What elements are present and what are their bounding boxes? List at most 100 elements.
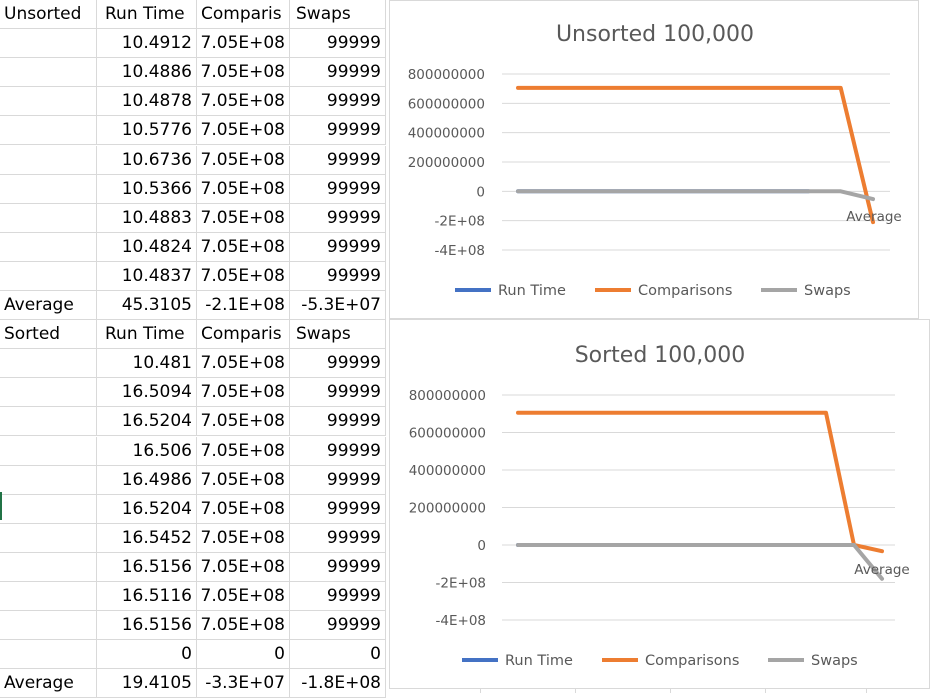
cell-r12-run-time[interactable]: 10.481: [97, 349, 197, 379]
cell-r11-comparisons[interactable]: Comparis: [197, 320, 290, 350]
cell-r20-label[interactable]: [0, 582, 97, 611]
cell-r2-run-time[interactable]: 10.4886: [97, 58, 197, 88]
cell-r8-comparisons[interactable]: 7.05E+08: [197, 232, 290, 262]
cell-r18-run-time[interactable]: 16.5452: [97, 523, 197, 553]
cell-r4-comparisons[interactable]: 7.05E+08: [197, 116, 290, 146]
cell-r16-run-time[interactable]: 16.4986: [97, 465, 197, 495]
cell-r17-swaps[interactable]: 99999: [290, 494, 386, 524]
cell-r21-comparisons[interactable]: 7.05E+08: [197, 611, 290, 641]
cell-r7-comparisons[interactable]: 7.05E+08: [197, 203, 290, 233]
cell-r23-comparisons[interactable]: -3.3E+07: [197, 669, 290, 698]
cell-r18-comparisons[interactable]: 7.05E+08: [197, 523, 290, 553]
cell-r20-swaps[interactable]: 99999: [290, 582, 386, 611]
cell-r13-comparisons[interactable]: 7.05E+08: [197, 378, 290, 408]
cell-r6-comparisons[interactable]: 7.05E+08: [197, 174, 290, 204]
cell-r18-label[interactable]: [0, 523, 97, 553]
cell-r13-run-time[interactable]: 16.5094: [97, 378, 197, 408]
cell-r22-label[interactable]: [0, 640, 97, 670]
cell-r19-swaps[interactable]: 99999: [290, 552, 386, 582]
cell-r23-swaps[interactable]: -1.8E+08: [290, 669, 386, 698]
cell-r20-run-time[interactable]: 16.5116: [97, 582, 197, 611]
cell-r14-comparisons[interactable]: 7.05E+08: [197, 407, 290, 437]
cell-r20-comparisons[interactable]: 7.05E+08: [197, 582, 290, 611]
cell-r15-run-time[interactable]: 16.506: [97, 436, 197, 466]
cell-r3-label[interactable]: [0, 87, 97, 117]
cell-r10-comparisons[interactable]: -2.1E+08: [197, 291, 290, 320]
cell-r8-swaps[interactable]: 99999: [290, 232, 386, 262]
cell-r2-swaps[interactable]: 99999: [290, 58, 386, 88]
cell-r1-run-time[interactable]: 10.4912: [97, 29, 197, 59]
cell-r18-swaps[interactable]: 99999: [290, 523, 386, 553]
cell-r1-swaps[interactable]: 99999: [290, 29, 386, 59]
cell-r16-swaps[interactable]: 99999: [290, 465, 386, 495]
cell-r6-label[interactable]: [0, 174, 97, 204]
cell-r3-comparisons[interactable]: 7.05E+08: [197, 87, 290, 117]
cell-r10-swaps[interactable]: -5.3E+07: [290, 291, 386, 320]
chart-sorted[interactable]: Sorted 100,000 800000000 600000000 40000000…: [389, 319, 930, 689]
cell-r0-swaps[interactable]: Swaps: [290, 0, 386, 29]
cell-r21-swaps[interactable]: 99999: [290, 611, 386, 641]
cell-r17-label[interactable]: [0, 494, 97, 524]
cell-r4-swaps[interactable]: 99999: [290, 116, 386, 146]
cell-r12-comparisons[interactable]: 7.05E+08: [197, 349, 290, 379]
cell-r9-run-time[interactable]: 10.4837: [97, 261, 197, 291]
cell-r7-run-time[interactable]: 10.4883: [97, 203, 197, 233]
cell-r23-run-time[interactable]: 19.4105: [97, 669, 197, 698]
cell-r4-label[interactable]: [0, 116, 97, 146]
cell-r21-label[interactable]: [0, 611, 97, 641]
cell-r22-comparisons[interactable]: 0: [197, 640, 290, 670]
cell-r5-swaps[interactable]: 99999: [290, 145, 386, 175]
cell-r19-run-time[interactable]: 16.5156: [97, 552, 197, 582]
cell-r2-label[interactable]: [0, 58, 97, 88]
cell-r22-run-time[interactable]: 0: [97, 640, 197, 670]
cell-r10-label[interactable]: Average: [0, 291, 97, 320]
cell-r11-run-time[interactable]: Run Time: [97, 320, 197, 350]
chart-unsorted[interactable]: Unsorted 100,000 800000000 600000000 400000…: [389, 0, 919, 319]
cell-r9-comparisons[interactable]: 7.05E+08: [197, 261, 290, 291]
cell-r9-label[interactable]: [0, 261, 97, 291]
cell-r0-run-time[interactable]: Run Time: [97, 0, 197, 29]
cell-r21-run-time[interactable]: 16.5156: [97, 611, 197, 641]
cell-r6-swaps[interactable]: 99999: [290, 174, 386, 204]
cell-r3-run-time[interactable]: 10.4878: [97, 87, 197, 117]
y-tick-label: 200000000: [408, 155, 485, 171]
cell-r0-comparisons[interactable]: Comparis: [197, 0, 290, 29]
cell-r8-run-time[interactable]: 10.4824: [97, 232, 197, 262]
cell-r12-swaps[interactable]: 99999: [290, 349, 386, 379]
cell-r1-comparisons[interactable]: 7.05E+08: [197, 29, 290, 59]
cell-r12-label[interactable]: [0, 349, 97, 379]
cell-r8-label[interactable]: [0, 232, 97, 262]
cell-r7-swaps[interactable]: 99999: [290, 203, 386, 233]
cell-r11-swaps[interactable]: Swaps: [290, 320, 386, 350]
cell-r15-comparisons[interactable]: 7.05E+08: [197, 436, 290, 466]
cell-r5-comparisons[interactable]: 7.05E+08: [197, 145, 290, 175]
cell-r15-label[interactable]: [0, 436, 97, 466]
cell-r11-label[interactable]: Sorted: [0, 320, 97, 350]
cell-r7-label[interactable]: [0, 203, 97, 233]
cell-r19-comparisons[interactable]: 7.05E+08: [197, 552, 290, 582]
cell-r6-run-time[interactable]: 10.5366: [97, 174, 197, 204]
cell-r1-label[interactable]: [0, 29, 97, 59]
cell-r19-label[interactable]: [0, 552, 97, 582]
cell-r5-run-time[interactable]: 10.6736: [97, 145, 197, 175]
cell-r0-label[interactable]: Unsorted: [0, 0, 97, 29]
cell-r14-label[interactable]: [0, 407, 97, 437]
cell-r23-label[interactable]: Average: [0, 669, 97, 698]
cell-r10-run-time[interactable]: 45.3105: [97, 291, 197, 320]
cell-r14-swaps[interactable]: 99999: [290, 407, 386, 437]
cell-r22-swaps[interactable]: 0: [290, 640, 386, 670]
cell-r13-label[interactable]: [0, 378, 97, 408]
cell-r13-swaps[interactable]: 99999: [290, 378, 386, 408]
cell-r16-comparisons[interactable]: 7.05E+08: [197, 465, 290, 495]
legend-label-comparisons: Comparisons: [638, 283, 732, 299]
cell-r16-label[interactable]: [0, 465, 97, 495]
cell-r9-swaps[interactable]: 99999: [290, 261, 386, 291]
cell-r3-swaps[interactable]: 99999: [290, 87, 386, 117]
cell-r15-swaps[interactable]: 99999: [290, 436, 386, 466]
cell-r4-run-time[interactable]: 10.5776: [97, 116, 197, 146]
cell-r17-run-time[interactable]: 16.5204: [97, 494, 197, 524]
cell-r17-comparisons[interactable]: 7.05E+08: [197, 494, 290, 524]
cell-r5-label[interactable]: [0, 145, 97, 175]
cell-r14-run-time[interactable]: 16.5204: [97, 407, 197, 437]
cell-r2-comparisons[interactable]: 7.05E+08: [197, 58, 290, 88]
